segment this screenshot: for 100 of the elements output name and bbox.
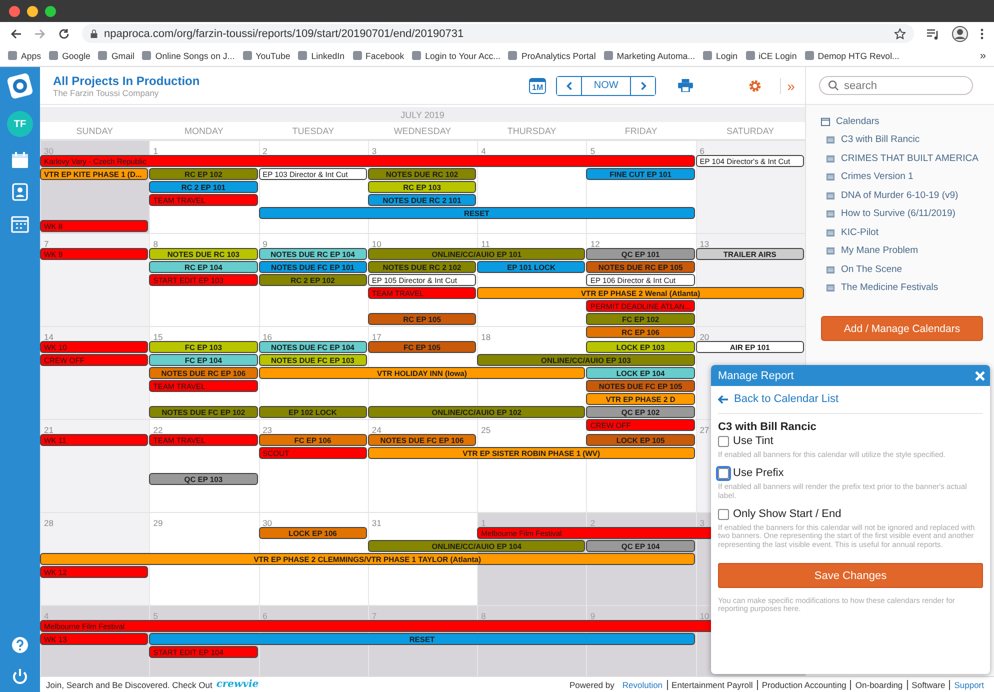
option-label[interactable]: Use Tint xyxy=(733,435,774,447)
promo-text: Join, Search and Be Discovered. Check Out xyxy=(46,680,212,690)
footer-link[interactable]: On-boarding xyxy=(850,680,907,690)
day-number: 28 xyxy=(43,517,54,528)
calendar-list-item[interactable]: The Medicine Festivals xyxy=(821,278,994,297)
month-label: JULY 2019 xyxy=(40,107,805,122)
weekday-header: SUNDAY xyxy=(75,125,114,138)
month-view-button[interactable]: 1M xyxy=(529,78,546,94)
day-number: 14 xyxy=(43,331,54,342)
day-number: 7 xyxy=(43,238,49,249)
day-number: 3 xyxy=(370,145,377,156)
reload-icon[interactable] xyxy=(58,28,70,40)
calendar-list-item[interactable]: KIC-Pilot xyxy=(821,223,994,242)
bookmark-link[interactable]: LinkedIn xyxy=(298,50,344,60)
bookmark-link[interactable]: iCE Login xyxy=(746,50,797,60)
close-icon[interactable] xyxy=(975,370,985,380)
bookmark-link[interactable]: YouTube xyxy=(242,50,290,60)
day-number: 27 xyxy=(698,424,710,435)
chevron-right-icon xyxy=(640,80,647,90)
bookmark-link[interactable]: Marketing Automa... xyxy=(604,50,696,60)
footer-link[interactable]: Revolution xyxy=(618,680,667,690)
day-number: 30 xyxy=(43,145,54,156)
day-number: 12 xyxy=(589,238,600,249)
bookmark-link[interactable]: Gmail xyxy=(98,50,134,60)
bookmark-link[interactable]: Facebook xyxy=(352,50,404,60)
print-icon[interactable] xyxy=(678,79,694,92)
zoom-window-icon[interactable] xyxy=(45,6,56,16)
calendar-list-item[interactable]: On The Scene xyxy=(821,260,994,278)
dialog-title: Manage Report xyxy=(718,370,794,382)
power-icon[interactable] xyxy=(11,668,29,686)
back-icon[interactable] xyxy=(10,28,22,40)
more-bookmarks-button[interactable]: » xyxy=(980,50,986,62)
more-menu-icon[interactable] xyxy=(980,28,984,40)
weekday-header: TUESDAY xyxy=(291,125,336,138)
calendar-list-item[interactable]: C3 with Bill Rancic xyxy=(821,130,994,149)
day-number: 31 xyxy=(370,517,382,528)
calendar-list-item[interactable]: CRIMES THAT BUILT AMERICA xyxy=(821,149,994,168)
settings-icon[interactable] xyxy=(748,78,762,92)
search-field[interactable]: search xyxy=(819,76,973,96)
minimize-window-icon[interactable] xyxy=(27,6,38,16)
lock-icon xyxy=(90,28,98,38)
calendar-icon xyxy=(826,135,835,144)
option-label[interactable]: Use Prefix xyxy=(733,467,784,480)
day-number: 29 xyxy=(152,517,163,528)
playlist-icon[interactable] xyxy=(926,28,940,40)
footer-link[interactable]: Support xyxy=(949,680,988,690)
weekday-header: WEDNESDAY xyxy=(392,125,452,138)
profile-avatar-icon[interactable] xyxy=(952,26,968,42)
calendar-list-item[interactable]: How to Survive (6/11/2019) xyxy=(821,204,994,223)
address-field[interactable]: npaproca.com/org/farzin-toussi/reports/109/start/20190701/end/20190731 xyxy=(82,24,914,43)
day-number: 16 xyxy=(262,331,272,342)
bookmark-link[interactable]: Login to Your Acc... xyxy=(412,50,500,60)
bookmark-link[interactable]: Apps xyxy=(8,50,42,60)
footer-link[interactable]: Entertainment Payroll xyxy=(666,680,757,690)
bookmark-link[interactable]: Demop HTG Revol... xyxy=(804,50,900,60)
arrow-left-icon xyxy=(718,394,729,404)
help-icon[interactable] xyxy=(11,636,29,654)
day-number: 23 xyxy=(262,424,272,435)
expand-panel-button[interactable]: » xyxy=(780,78,795,94)
day-number: 10 xyxy=(370,238,382,249)
calendar-icon xyxy=(826,283,835,292)
save-changes-button[interactable]: Save Changes xyxy=(718,563,983,588)
day-number: 6 xyxy=(262,610,268,621)
back-link[interactable]: Back to Calendar List xyxy=(718,390,983,414)
calendar-grid-icon[interactable] xyxy=(11,215,29,233)
weekday-header: THURSDAY xyxy=(506,125,558,138)
add-calendars-button[interactable]: Add / Manage Calendars xyxy=(821,316,983,341)
company-name: The Farzin Toussi Company xyxy=(53,88,160,98)
day-number: 22 xyxy=(152,424,163,435)
day-number: 4 xyxy=(480,145,486,156)
contact-card-icon[interactable] xyxy=(11,183,29,201)
day-number: 15 xyxy=(152,331,163,342)
bookmark-link[interactable]: Online Songs on J... xyxy=(142,50,235,60)
star-icon[interactable] xyxy=(894,28,906,40)
bookmark-link[interactable]: ProAnalytics Portal xyxy=(508,50,596,60)
day-number: 30 xyxy=(262,517,272,528)
day-number: 24 xyxy=(370,424,382,435)
day-number: 13 xyxy=(698,238,710,249)
day-number: 5 xyxy=(152,610,158,621)
option-label[interactable]: Only Show Start / End xyxy=(733,508,842,520)
footer-link[interactable]: Software xyxy=(906,680,950,690)
weekday-header: FRIDAY xyxy=(624,125,658,138)
day-number: 3 xyxy=(698,517,704,528)
checkbox[interactable] xyxy=(718,508,729,520)
today-button[interactable]: NOW xyxy=(581,76,632,94)
bookmark-link[interactable]: Login xyxy=(703,50,738,60)
calendar-icon xyxy=(826,190,835,200)
calendar-icon[interactable] xyxy=(11,151,29,169)
tree-item[interactable]: Calendars xyxy=(821,112,994,130)
calendar-list-item[interactable]: Crimes Version 1 xyxy=(821,168,994,186)
bookmark-link[interactable]: Google xyxy=(49,50,90,60)
close-window-icon[interactable] xyxy=(9,6,20,16)
checkbox[interactable] xyxy=(718,436,729,446)
day-number: 8 xyxy=(480,610,486,621)
footer-link[interactable]: Production Accounting xyxy=(756,680,850,690)
day-number: 21 xyxy=(43,424,54,435)
day-number: 2 xyxy=(589,517,596,528)
day-number: 18 xyxy=(480,331,491,342)
calendar-list-item[interactable]: DNA of Murder 6-10-19 (v9) xyxy=(821,186,994,204)
calendar-list-item[interactable]: My Mane Problem xyxy=(821,242,994,260)
